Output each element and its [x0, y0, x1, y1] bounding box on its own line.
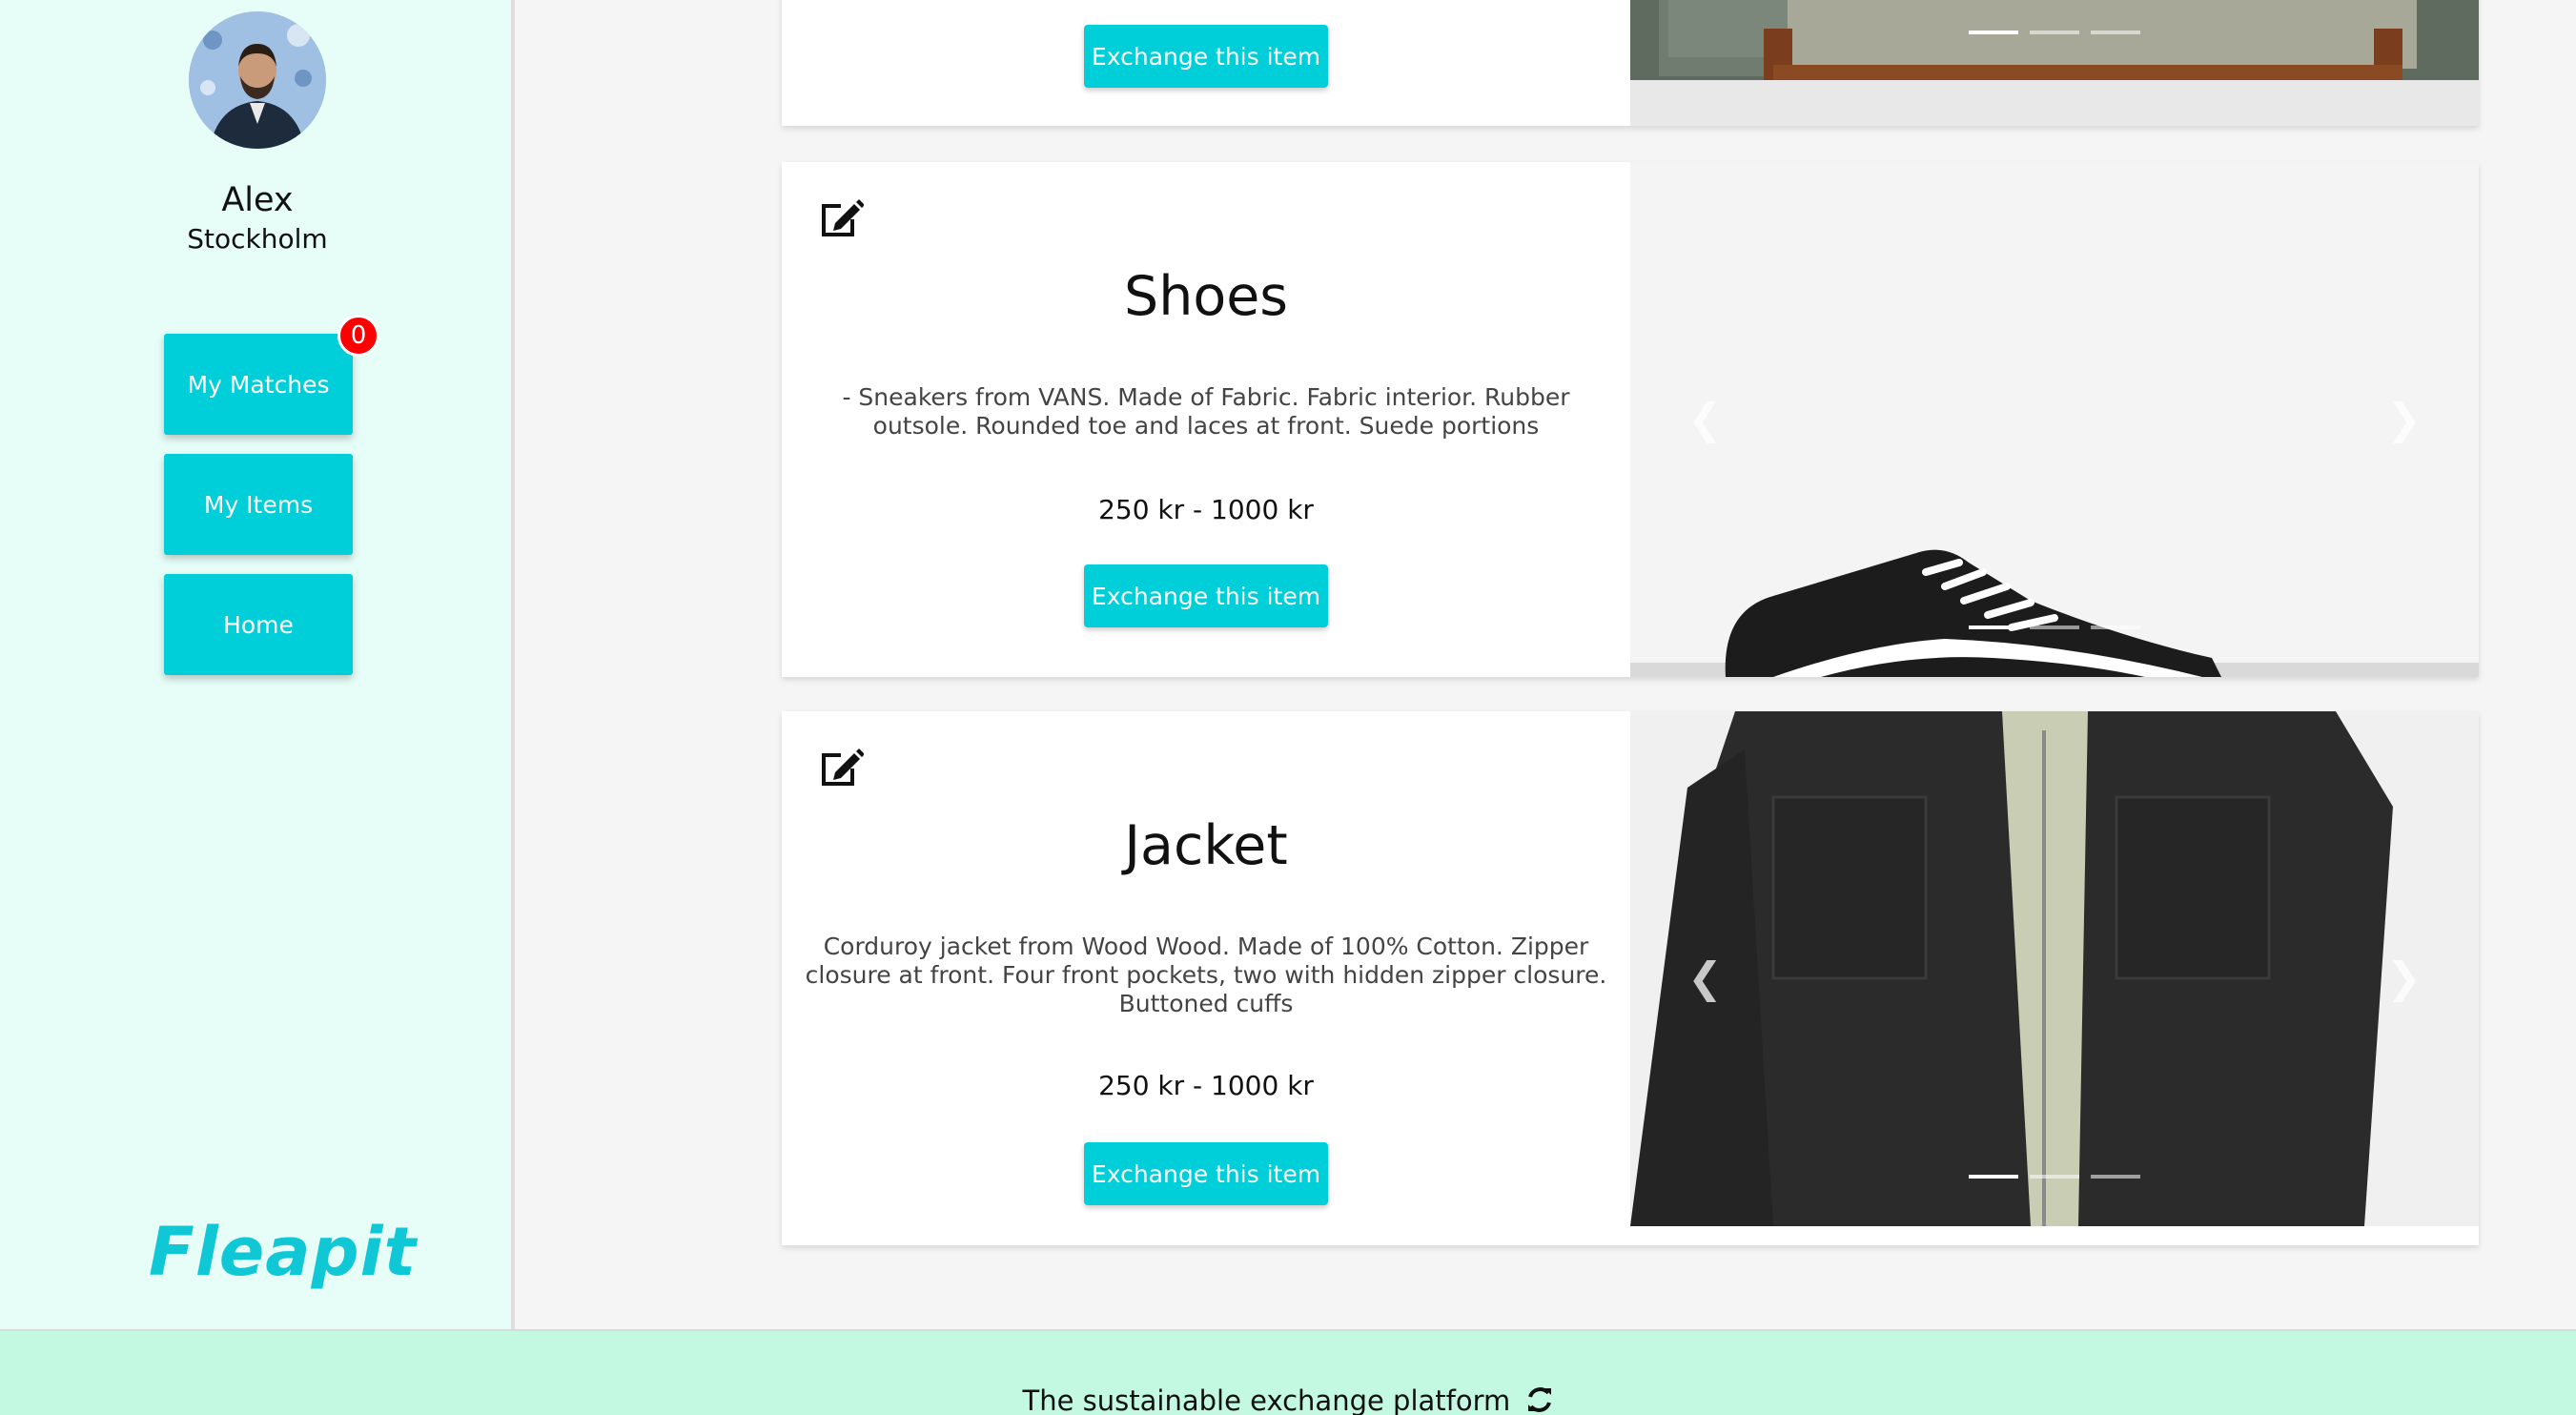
- carousel-indicators: [1969, 625, 2140, 629]
- carousel-indicator[interactable]: [2030, 31, 2079, 34]
- item-card: Jacket Corduroy jacket from Wood Wood. M…: [782, 711, 2479, 1245]
- shoe-image: [1630, 162, 2479, 677]
- exchange-item-button[interactable]: Exchange this item: [1084, 564, 1328, 627]
- footer: The sustainable exchange platform: [0, 1329, 2576, 1415]
- item-card-info: Shoes - Sneakers from VANS. Made of Fabr…: [782, 162, 1630, 677]
- carousel-indicator[interactable]: [1969, 625, 2018, 629]
- user-location: Stockholm: [187, 223, 328, 255]
- carousel-prev-icon[interactable]: ❮: [1687, 954, 1723, 1003]
- carousel-indicator[interactable]: [2030, 625, 2079, 629]
- home-label: Home: [223, 610, 294, 639]
- my-items-button[interactable]: My Items: [164, 454, 353, 555]
- carousel-indicators: [1969, 31, 2140, 34]
- jacket-image: [1630, 711, 2479, 1226]
- refresh-icon: [1527, 1387, 1551, 1412]
- item-title: Jacket: [1124, 814, 1288, 877]
- carousel-indicator[interactable]: [2091, 625, 2140, 629]
- carousel-indicator[interactable]: [1969, 31, 2018, 34]
- carousel-indicators: [1969, 1175, 2140, 1179]
- item-card-info: Jacket Corduroy jacket from Wood Wood. M…: [782, 711, 1630, 1245]
- footer-text: The sustainable exchange platform: [1022, 1384, 1511, 1415]
- carousel-indicator[interactable]: [1969, 1175, 2018, 1179]
- item-description: Corduroy jacket from Wood Wood. Made of …: [805, 933, 1607, 1017]
- carousel-indicator[interactable]: [2030, 1175, 2079, 1179]
- footer-tagline: The sustainable exchange platform: [0, 1384, 2576, 1415]
- my-matches-button[interactable]: My Matches 0: [164, 315, 379, 435]
- sidebar: Alex Stockholm My Matches 0 My Items Hom…: [0, 0, 515, 1329]
- carousel-indicator[interactable]: [2091, 1175, 2140, 1179]
- user-name: Alex: [221, 181, 294, 219]
- item-image-carousel[interactable]: ❮ ❯: [1630, 162, 2479, 677]
- item-title: Shoes: [1124, 265, 1288, 328]
- item-image-carousel[interactable]: [1630, 0, 2479, 126]
- item-price-range: 250 kr - 1000 kr: [1098, 1070, 1314, 1101]
- carousel-next-icon[interactable]: ❯: [2386, 954, 2422, 1003]
- exchange-item-button[interactable]: Exchange this item: [1084, 1142, 1328, 1205]
- exchange-item-button[interactable]: Exchange this item: [1084, 25, 1328, 88]
- item-card: Shoes - Sneakers from VANS. Made of Fabr…: [782, 162, 2479, 677]
- item-card-info: Exchange this item: [782, 0, 1630, 126]
- item-price-range: 250 kr - 1000 kr: [1098, 494, 1314, 525]
- item-image-carousel[interactable]: ❮ ❯: [1630, 711, 2479, 1245]
- matches-count-badge: 0: [337, 315, 379, 357]
- my-matches-label: My Matches: [187, 370, 330, 399]
- carousel-indicator[interactable]: [2091, 31, 2140, 34]
- item-card: Exchange this item: [782, 0, 2479, 126]
- item-description: - Sneakers from VANS. Made of Fabric. Fa…: [842, 383, 1570, 440]
- my-items-label: My Items: [203, 490, 314, 519]
- chair-image: [1630, 0, 2479, 126]
- edit-icon[interactable]: [816, 744, 864, 791]
- edit-icon[interactable]: [816, 195, 864, 242]
- fleapit-logo[interactable]: Fleapit: [149, 1213, 417, 1291]
- avatar: [189, 11, 326, 149]
- carousel-next-icon[interactable]: ❯: [2386, 396, 2422, 444]
- home-button[interactable]: Home: [164, 574, 353, 675]
- carousel-prev-icon[interactable]: ❮: [1687, 396, 1723, 444]
